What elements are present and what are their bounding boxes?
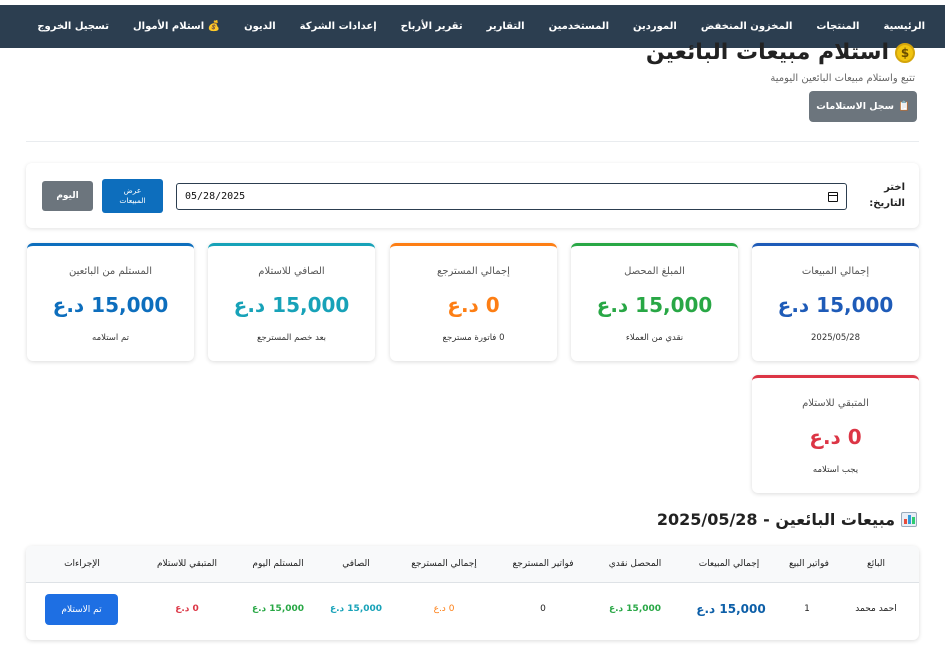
stat-card-net: الصافي للاستلام 15,000 د.ع بعد خصم المست… [208,243,375,361]
stat-label: المتبقي للاستلام [802,398,869,409]
th-actions: الإجراءات [64,559,100,569]
date-input[interactable]: 05/28/2025 [176,183,847,210]
stat-sub: بعد خصم المسترجع [256,333,327,343]
date-value: 05/28/2025 [185,191,246,202]
stat-value: 15,000 د.ع [52,293,169,317]
receipts-log-button[interactable]: 📋 سجل الاستلامات [809,91,917,122]
section-title-text: مبيعات البائعين - 2025/05/28 [656,510,895,529]
nav-profit-report[interactable]: تقرير الأرباح [401,21,463,32]
dollar-coin-icon: $ [895,42,915,63]
td-cash: 15,000 د.ع [608,604,662,614]
stat-card-remaining: المتبقي للاستلام 0 د.ع يجب استلامه [752,375,919,493]
th-cash: المحصل نقدي [608,559,662,569]
th-remaining: المتبقي للاستلام [156,559,218,569]
td-seller: احمد محمد [855,604,897,614]
nav-low-stock[interactable]: المخزون المنخفض [701,21,793,32]
stat-label: الصافي للاستلام [258,266,325,277]
date-label-line1: اختر [884,182,905,193]
page-subtitle: تتبع واستلام مبيعات البائعين اليومية [770,73,915,84]
stat-label: إجمالي المسترجع [437,266,510,277]
nav-products[interactable]: المنتجات [816,21,859,32]
stat-card-collected: المبلغ المحصل 15,000 د.ع نقدي من العملاء [571,243,738,361]
nav-logout[interactable]: تسجيل الخروج [37,21,109,32]
page-title: $ استلام مبيعات البائعين [646,40,915,65]
td-total-returns: 0 د.ع [433,604,455,614]
nav-suppliers[interactable]: الموردين [633,21,677,32]
date-label-line2: التاريخ: [869,198,905,209]
nav-debts[interactable]: الديون [244,21,276,32]
th-received-today: المستلم اليوم [252,559,304,569]
stat-card-returns: إجمالي المسترجع 0 د.ع 0 فاتورة مسترجع [390,243,557,361]
clipboard-icon: 📋 [897,101,910,112]
date-filter-card: اختر التاريخ: 05/28/2025 عرض المبيعات ال… [26,163,919,228]
td-return-invoices: 0 [540,604,546,614]
received-button[interactable]: تم الاستلام [45,594,118,625]
stat-sub: تم استلامه [92,333,129,343]
receipts-log-label: سجل الاستلامات [816,101,894,112]
section-title: مبيعات البائعين - 2025/05/28 [657,510,917,529]
stat-value: 0 د.ع [809,425,862,449]
main-content: $ استلام مبيعات البائعين تتبع واستلام مب… [0,40,945,645]
stat-label: المبلغ المحصل [624,266,685,277]
nav-reports[interactable]: التقارير [487,21,525,32]
show-sales-button[interactable]: عرض المبيعات [102,179,163,213]
stat-label: المستلم من البائعين [69,266,152,277]
td-received-today: 15,000 د.ع [251,604,305,614]
page-title-text: استلام مبيعات البائعين [645,40,889,65]
stat-sub: نقدي من العملاء [625,333,684,343]
stat-card-total-sales: إجمالي المبيعات 15,000 د.ع 2025/05/28 [752,243,919,361]
stat-value: 15,000 د.ع [233,293,350,317]
td-invoices: 1 [804,604,810,614]
th-total-returns: إجمالي المسترجع [411,559,477,569]
stat-value: 0 د.ع [447,293,500,317]
date-label: اختر التاريخ: [869,180,905,212]
td-total-sales: 15,000 د.ع [696,602,766,616]
stat-value: 15,000 د.ع [596,293,713,317]
nav-money-receipt[interactable]: 💰 استلام الأموال [133,21,220,32]
nav-company-settings[interactable]: إعدادات الشركة [300,21,377,32]
th-invoices: فواتير البيع [789,559,829,569]
th-total-sales: إجمالي المبيعات [698,559,760,569]
stat-card-received: المستلم من البائعين 15,000 د.ع تم استلام… [27,243,194,361]
stat-value: 15,000 د.ع [777,293,894,317]
th-net: الصافي [342,559,370,569]
show-sales-line1: عرض [123,186,142,195]
calendar-icon[interactable] [828,191,838,202]
th-return-invoices: فواتير المسترجع [512,559,574,569]
th-seller: البائع [867,559,885,569]
table-header: البائع فواتير البيع إجمالي المبيعات المح… [26,546,919,583]
nav-users[interactable]: المستخدمين [549,21,609,32]
today-button[interactable]: اليوم [42,181,93,211]
header-divider [26,141,919,142]
show-sales-line2: المبيعات [119,196,146,205]
nav-home[interactable]: الرئيسية [883,21,925,32]
stat-sub: يجب استلامه [812,465,859,475]
stat-sub: 0 فاتورة مسترجع [442,333,505,343]
bar-chart-icon [901,512,917,527]
td-net: 15,000 د.ع [329,604,383,614]
sellers-table: البائع فواتير البيع إجمالي المبيعات المح… [26,546,919,640]
stat-sub: 2025/05/28 [811,333,860,343]
td-remaining: 0 د.ع [175,604,199,614]
stat-label: إجمالي المبيعات [801,266,870,277]
